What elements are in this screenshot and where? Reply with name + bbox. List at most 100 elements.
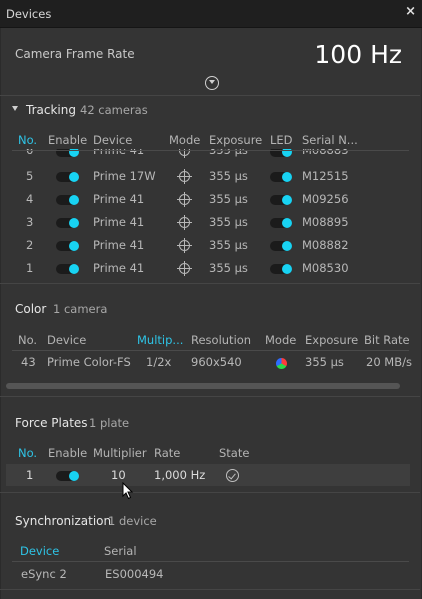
tracking-camera-count: 42 cameras <box>80 103 148 117</box>
led-toggle[interactable] <box>270 195 292 205</box>
table-row[interactable]: 3 Prime 41 355 µs M08895 <box>0 212 422 232</box>
device-name: Prime 41 <box>93 238 145 252</box>
crosshair-icon[interactable] <box>177 215 192 230</box>
sync-section-title[interactable]: Synchronization <box>15 514 111 528</box>
tracking-section-title[interactable]: Tracking <box>26 103 76 117</box>
tracking-header-mode[interactable]: Mode <box>169 133 200 147</box>
crosshair-icon[interactable] <box>177 238 192 253</box>
color-header-bitrate[interactable]: Bit Rate <box>364 333 410 347</box>
color-camera-count: 1 camera <box>53 302 108 316</box>
force-header-state[interactable]: State <box>219 446 249 460</box>
frame-rate-value[interactable]: 100 Hz <box>314 40 402 69</box>
enable-toggle[interactable] <box>56 264 79 274</box>
table-row[interactable]: 2 Prime 41 355 µs M08882 <box>0 235 422 255</box>
led-toggle[interactable] <box>270 264 292 274</box>
header-divider <box>12 350 409 351</box>
row-number: 1 <box>26 261 34 275</box>
exposure-value: 355 µs <box>209 192 248 206</box>
device-name: Prime 41 <box>93 215 145 229</box>
color-header-multiplier[interactable]: Multip... <box>137 333 183 347</box>
row-number: 5 <box>26 169 34 183</box>
header-divider <box>12 561 409 562</box>
force-plates-count: 1 plate <box>89 416 130 430</box>
sync-header-serial[interactable]: Serial <box>104 544 137 558</box>
divider <box>0 95 420 96</box>
table-row-selected[interactable]: 1 10 1,000 Hz <box>6 464 410 486</box>
state-check-icon <box>226 469 239 482</box>
tracking-header-serial[interactable]: Serial N... <box>302 133 358 147</box>
serial-number: M08530 <box>302 261 349 275</box>
row-number: 43 <box>21 355 36 369</box>
row-number: 2 <box>26 238 34 252</box>
bitrate-value: 20 MB/s <box>366 355 412 369</box>
horizontal-scrollbar[interactable] <box>6 383 400 389</box>
device-name: eSync 2 <box>21 567 67 581</box>
table-row[interactable]: 1 Prime 41 355 µs M08530 <box>0 258 422 278</box>
table-row[interactable]: eSync 2 ES000494 <box>0 564 422 584</box>
divider <box>0 283 420 284</box>
tracking-header-device[interactable]: Device <box>93 133 132 147</box>
chevron-down-circle-icon[interactable] <box>205 76 219 90</box>
tracking-header-enable[interactable]: Enable <box>48 133 87 147</box>
row-number: 3 <box>26 215 34 229</box>
table-row[interactable]: 4 Prime 41 355 µs M09256 <box>0 189 422 209</box>
rate-value: 1,000 Hz <box>154 468 206 482</box>
multiplier-value[interactable]: 10 <box>111 468 126 482</box>
device-name: Prime 41 <box>93 261 145 275</box>
close-icon[interactable]: × <box>405 4 416 19</box>
sync-header-device[interactable]: Device <box>20 544 59 558</box>
enable-toggle[interactable] <box>56 471 79 481</box>
color-mode-icon[interactable] <box>276 358 287 369</box>
color-header-device[interactable]: Device <box>47 333 86 347</box>
device-name: Prime 17W <box>93 169 156 183</box>
table-row[interactable]: 43 Prime Color-FS 1/2x 960x540 355 µs 20… <box>0 352 422 373</box>
led-toggle[interactable] <box>270 172 292 182</box>
enable-toggle[interactable] <box>56 241 79 251</box>
divider <box>0 589 420 590</box>
divider <box>0 396 420 397</box>
crosshair-icon[interactable] <box>177 192 192 207</box>
row-number: 1 <box>26 468 34 482</box>
color-header-resolution[interactable]: Resolution <box>191 333 251 347</box>
serial-number: ES000494 <box>105 567 164 581</box>
enable-toggle[interactable] <box>56 172 79 182</box>
tracking-header-exposure[interactable]: Exposure <box>209 133 262 147</box>
tracking-header-no[interactable]: No. <box>18 133 37 147</box>
color-header-no[interactable]: No. <box>18 333 37 347</box>
exposure-value: 355 µs <box>209 169 248 183</box>
device-name: Prime 41 <box>93 192 145 206</box>
force-header-enable[interactable]: Enable <box>48 446 87 460</box>
crosshair-icon[interactable] <box>177 169 192 184</box>
multiplier-value[interactable]: 1/2x <box>146 355 171 369</box>
row-number: 4 <box>26 192 34 206</box>
color-header-exposure[interactable]: Exposure <box>305 333 358 347</box>
window-title: Devices <box>6 7 52 21</box>
sync-device-count: 1 device <box>108 514 157 528</box>
serial-number: M12515 <box>302 169 349 183</box>
led-toggle[interactable] <box>270 241 292 251</box>
header-divider <box>12 150 409 151</box>
tracking-header-led[interactable]: LED <box>270 133 293 147</box>
collapse-chevron-icon[interactable] <box>12 106 18 111</box>
resolution-value[interactable]: 960x540 <box>191 355 242 369</box>
exposure-value: 355 µs <box>209 215 248 229</box>
force-header-rate[interactable]: Rate <box>154 446 180 460</box>
serial-number: M08895 <box>302 215 349 229</box>
color-header-mode[interactable]: Mode <box>265 333 296 347</box>
enable-toggle[interactable] <box>56 218 79 228</box>
force-plates-section-title[interactable]: Force Plates <box>15 416 88 430</box>
table-row[interactable]: 5 Prime 17W 355 µs M12515 <box>0 166 422 186</box>
device-name: Prime Color-FS <box>47 355 131 369</box>
enable-toggle[interactable] <box>56 195 79 205</box>
serial-number: M09256 <box>302 192 349 206</box>
frame-rate-label: Camera Frame Rate <box>15 47 135 61</box>
force-header-no[interactable]: No. <box>18 446 37 460</box>
crosshair-icon[interactable] <box>177 261 192 276</box>
led-toggle[interactable] <box>270 218 292 228</box>
mouse-cursor-icon <box>122 482 134 500</box>
color-section-title[interactable]: Color <box>15 302 46 316</box>
serial-number: M08882 <box>302 238 349 252</box>
force-header-multiplier[interactable]: Multiplier <box>93 446 147 460</box>
window-title-bar: Devices × <box>0 0 422 28</box>
exposure-value: 355 µs <box>305 355 344 369</box>
